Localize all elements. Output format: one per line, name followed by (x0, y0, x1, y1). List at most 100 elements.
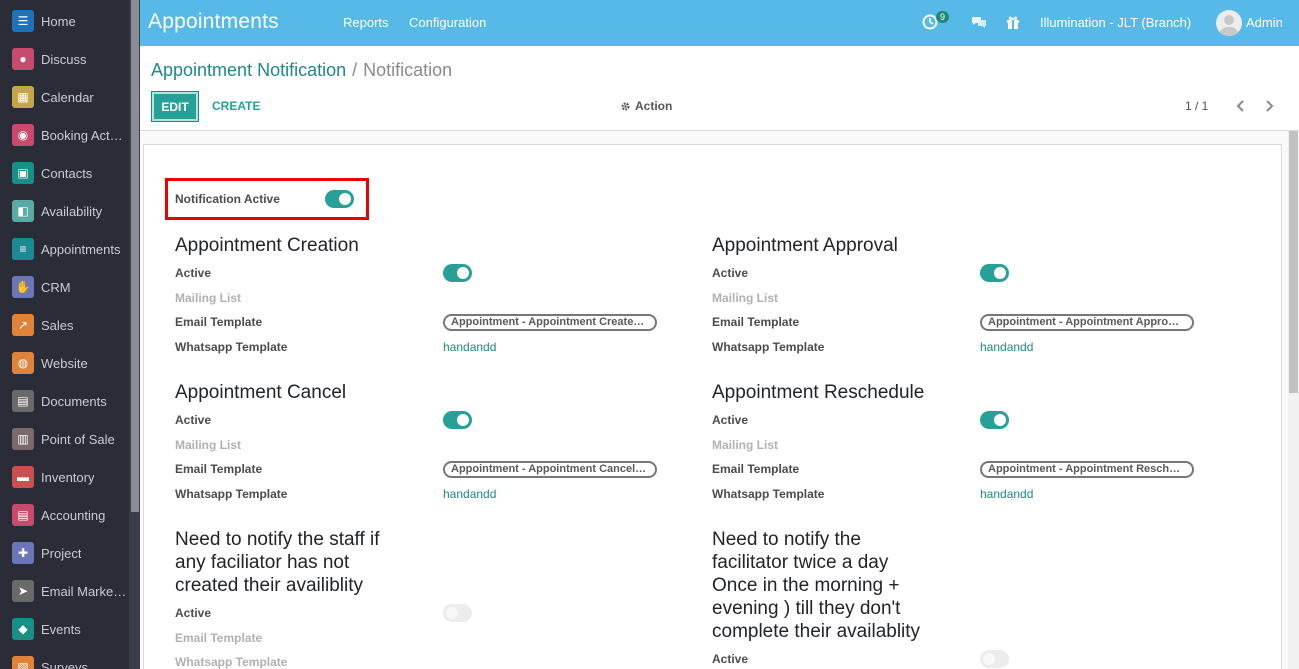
notification-active-toggle[interactable] (325, 190, 354, 208)
sidebar-scrollbar-thumb[interactable] (131, 0, 139, 512)
approval-email-template-tag[interactable]: Appointment - Appointment Appro… (980, 314, 1194, 331)
section-title-approval: Appointment Approval (712, 235, 898, 256)
handshake-icon: ✋ (12, 276, 34, 298)
contacts-icon: ▣ (12, 162, 34, 184)
breadcrumb: Appointment Notification / Notification (151, 60, 452, 81)
creation-active-label: Active (175, 266, 212, 280)
creation-whatsapp-template-link[interactable]: handandd (443, 340, 496, 354)
app-title[interactable]: Appointments (148, 10, 279, 34)
home-icon: ☰ (12, 10, 34, 32)
sidebar-item-website[interactable]: ◍ Website (0, 344, 129, 382)
sidebar-item-label: Point of Sale (41, 431, 115, 447)
sidebar-item-label: CRM (41, 279, 71, 295)
section-title-reschedule: Appointment Reschedule (712, 382, 925, 403)
sidebar-item-label: Sales (41, 317, 74, 333)
facilitator-notify-title-line: complete their availablity (712, 621, 921, 642)
cancel-active-label: Active (175, 413, 212, 427)
section-title-cancel: Appointment Cancel (175, 382, 347, 403)
facilitator-notify-active-label: Active (712, 652, 749, 666)
breadcrumb-separator: / (352, 60, 358, 80)
user-avatar[interactable] (1216, 10, 1242, 36)
sidebar-item-label: Website (41, 355, 88, 371)
survey-icon: ▧ (12, 656, 34, 669)
staff-notify-title-line: created their availiblity (175, 575, 363, 596)
sidebar-item-label: Project (41, 545, 82, 561)
action-menu[interactable]: Action (620, 99, 672, 113)
sidebar-item-label: Availability (41, 203, 103, 219)
creation-email-template-tag[interactable]: Appointment - Appointment Create… (443, 314, 657, 331)
approval-whatsapp-template-link[interactable]: handandd (980, 340, 1033, 354)
reschedule-email-template-label: Email Template (712, 462, 800, 476)
approval-whatsapp-template-label: Whatsapp Template (712, 340, 825, 354)
sidebar-item-booking-act[interactable]: ◉ Booking Act… (0, 116, 129, 154)
staff-notify-active-toggle[interactable] (443, 604, 472, 622)
sidebar-item-calendar[interactable]: ▦ Calendar (0, 78, 129, 116)
sidebar-item-label: Appointments (41, 241, 121, 257)
sidebar-item-email-marke[interactable]: ➤ Email Marke… (0, 572, 129, 610)
creation-active-toggle[interactable] (443, 264, 472, 282)
sidebar-item-label: Events (41, 621, 81, 637)
sidebar-item-home[interactable]: ☰ Home (0, 2, 129, 40)
edit-button[interactable]: EDIT (151, 91, 199, 122)
creation-mailing-list-label: Mailing List (175, 291, 241, 305)
pager-previous-icon[interactable] (1234, 99, 1248, 113)
staff-notify-title-line: Need to notify the staff if (175, 529, 380, 550)
sidebar-item-label: Contacts (41, 165, 93, 181)
section-title-staff-notify: Need to notify the staff if any faciliat… (175, 528, 380, 597)
availability-icon: ◧ (12, 200, 34, 222)
sidebar-item-inventory[interactable]: ▬ Inventory (0, 458, 129, 496)
sidebar-item-surveys[interactable]: ▧ Surveys (0, 648, 129, 669)
reschedule-mailing-list-label: Mailing List (712, 438, 778, 452)
pager-next-icon[interactable] (1262, 99, 1276, 113)
create-button[interactable]: CREATE (212, 99, 260, 113)
main-scrollbar-thumb[interactable] (1289, 131, 1298, 393)
section-title-facilitator-notify: Need to notify the facilitator twice a d… (712, 528, 920, 643)
reschedule-active-toggle[interactable] (980, 411, 1009, 429)
menu-configuration[interactable]: Configuration (409, 15, 486, 30)
reschedule-whatsapp-template-label: Whatsapp Template (712, 487, 825, 501)
reschedule-email-template-tag[interactable]: Appointment - Appointment Resch… (980, 461, 1194, 478)
sidebar-item-discuss[interactable]: ● Discuss (0, 40, 129, 78)
sidebar-item-crm[interactable]: ✋ CRM (0, 268, 129, 306)
email-icon: ➤ (12, 580, 34, 602)
sidebar-item-events[interactable]: ◆ Events (0, 610, 129, 648)
sidebar-item-point-of-sale[interactable]: ▥ Point of Sale (0, 420, 129, 458)
cancel-whatsapp-template-link[interactable]: handandd (443, 487, 496, 501)
sidebar-item-availability[interactable]: ◧ Availability (0, 192, 129, 230)
staff-notify-email-template-label: Email Template (175, 631, 263, 645)
messages-icon[interactable] (969, 12, 989, 32)
cancel-email-template-tag[interactable]: Appointment - Appointment Cancel… (443, 461, 657, 478)
gift-icon[interactable] (1003, 12, 1023, 32)
breadcrumb-parent-link[interactable]: Appointment Notification (151, 60, 346, 80)
cancel-mailing-list-label: Mailing List (175, 438, 241, 452)
sidebar-item-accounting[interactable]: ▤ Accounting (0, 496, 129, 534)
user-menu[interactable]: Admin (1246, 15, 1283, 30)
approval-active-toggle[interactable] (980, 264, 1009, 282)
box-icon: ▬ (12, 466, 34, 488)
sidebar-item-appointments[interactable]: ≡ Appointments (0, 230, 129, 268)
pager-value[interactable]: 1 / 1 (1185, 99, 1208, 113)
cancel-active-toggle[interactable] (443, 411, 472, 429)
reschedule-whatsapp-template-link[interactable]: handandd (980, 487, 1033, 501)
sidebar-item-documents[interactable]: ▤ Documents (0, 382, 129, 420)
creation-whatsapp-template-label: Whatsapp Template (175, 340, 288, 354)
approval-active-label: Active (712, 266, 749, 280)
staff-notify-whatsapp-template-label: Whatsapp Template (175, 655, 288, 669)
documents-icon: ▤ (12, 390, 34, 412)
sidebar-item-label: Home (41, 13, 76, 29)
control-panel: Appointment Notification / Notification ED… (140, 46, 1299, 131)
facilitator-notify-active-toggle[interactable] (980, 650, 1009, 668)
puzzle-icon: ✚ (12, 542, 34, 564)
staff-notify-title-line: any faciliator has not (175, 552, 350, 573)
section-title-creation: Appointment Creation (175, 235, 359, 256)
sidebar-item-contacts[interactable]: ▣ Contacts (0, 154, 129, 192)
store-icon: ▥ (12, 428, 34, 450)
menu-reports[interactable]: Reports (343, 15, 389, 30)
sidebar-item-project[interactable]: ✚ Project (0, 534, 129, 572)
company-switcher[interactable]: Illumination - JLT (Branch) (1040, 15, 1191, 30)
calendar-icon: ▦ (12, 86, 34, 108)
accounting-icon: ▤ (12, 504, 34, 526)
action-label: Action (635, 99, 673, 113)
facilitator-notify-title-line: evening ) till they don't (712, 598, 901, 619)
sidebar-item-sales[interactable]: ↗ Sales (0, 306, 129, 344)
